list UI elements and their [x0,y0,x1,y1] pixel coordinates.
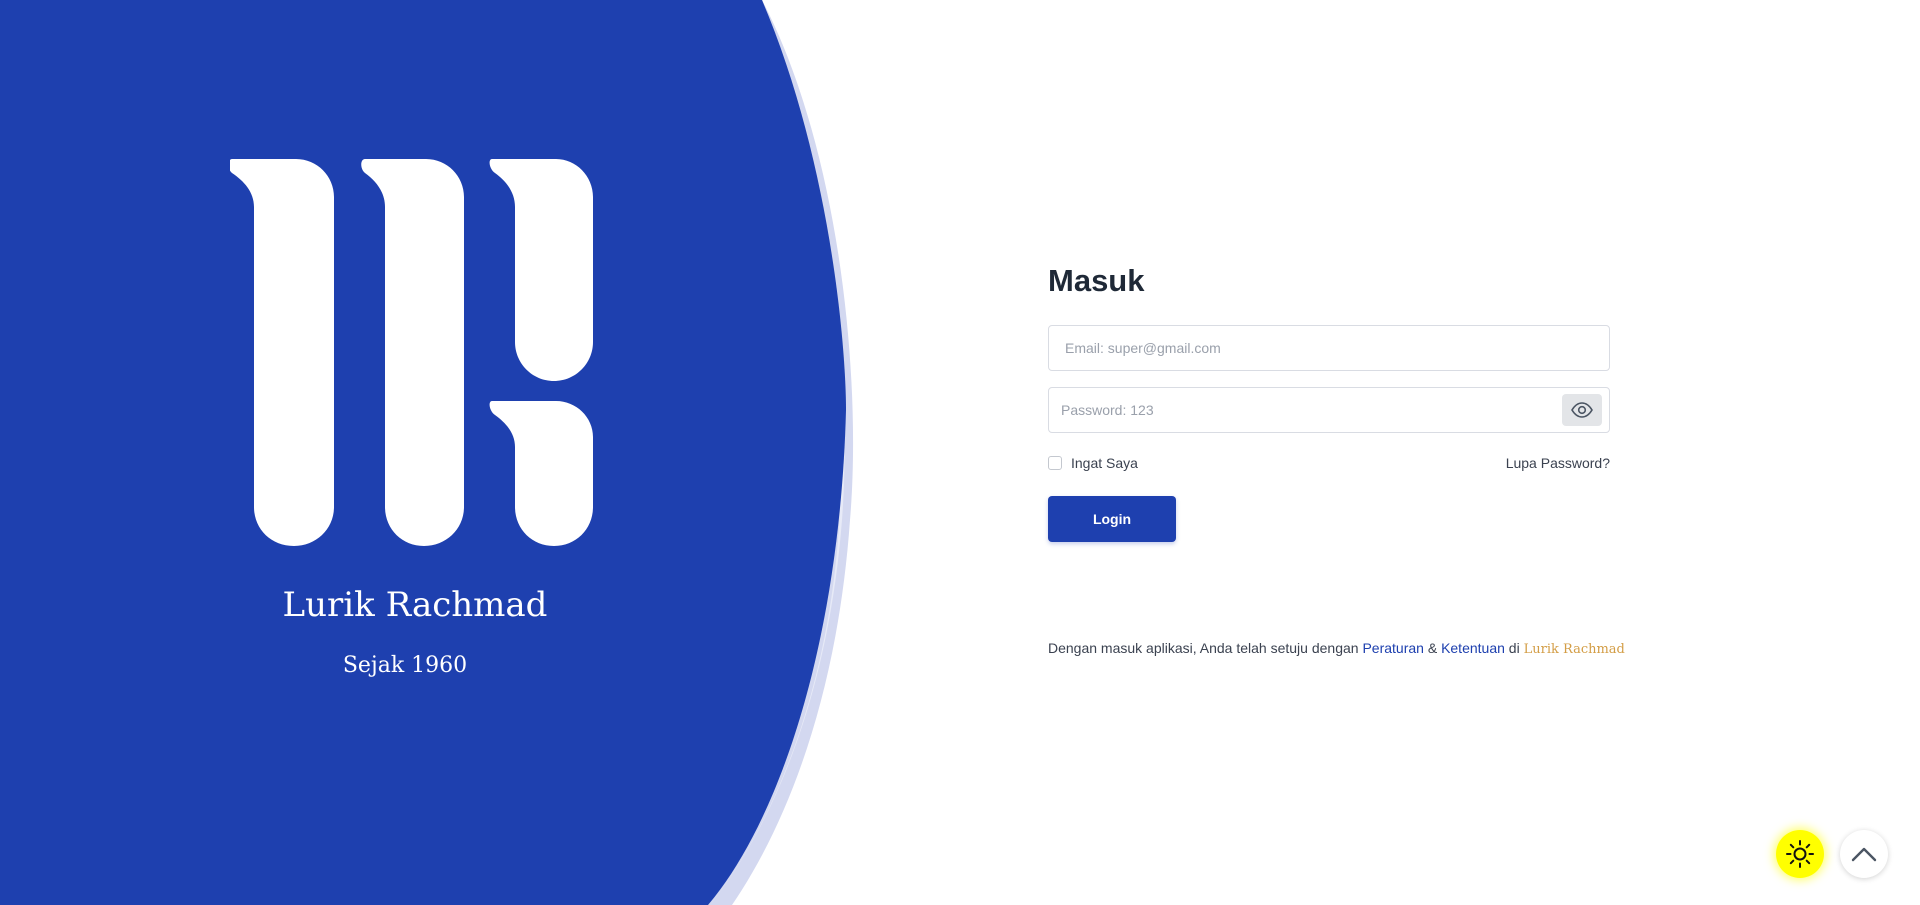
remember-me-checkbox[interactable] [1048,456,1062,470]
forgot-password-link[interactable]: Lupa Password? [1506,455,1610,471]
terms-ampersand: & [1427,640,1438,656]
eye-icon [1571,402,1593,418]
brand-name: Lurik Rachmad [282,585,548,625]
email-field[interactable] [1049,326,1609,370]
lurik-rachmad-logo-icon [230,159,593,546]
terms-notice: Dengan masuk aplikasi, Anda telah setuju… [1048,640,1625,657]
terms-rules-link[interactable]: Peraturan [1362,640,1423,656]
terms-prefix: Dengan masuk aplikasi, Anda telah setuju… [1048,640,1359,656]
login-form: Masuk Ingat Saya Lupa Password? Login De… [1048,258,1625,657]
remember-me-label: Ingat Saya [1071,455,1138,471]
password-field-wrapper [1048,387,1610,433]
terms-brand-name: Lurik Rachmad [1523,642,1625,657]
terms-conditions-link[interactable]: Ketentuan [1441,640,1505,656]
sun-icon [1786,840,1814,868]
scroll-to-top-button[interactable] [1840,830,1888,878]
password-field[interactable] [1049,388,1609,432]
brand-panel: Lurik Rachmad Sejak 1960 [0,0,830,905]
theme-toggle-button[interactable] [1776,830,1824,878]
brand-tagline: Sejak 1960 [342,653,468,678]
show-password-button[interactable] [1562,394,1602,426]
email-field-wrapper [1048,325,1610,371]
form-options-row: Ingat Saya Lupa Password? [1048,453,1610,473]
login-page: Lurik Rachmad Sejak 1960 Masuk Ingat Say… [0,0,1920,905]
chevron-up-icon [1851,847,1877,862]
terms-middle: di [1508,640,1520,656]
remember-me[interactable]: Ingat Saya [1048,455,1138,471]
login-button[interactable]: Login [1048,496,1176,542]
page-title: Masuk [1048,263,1145,298]
